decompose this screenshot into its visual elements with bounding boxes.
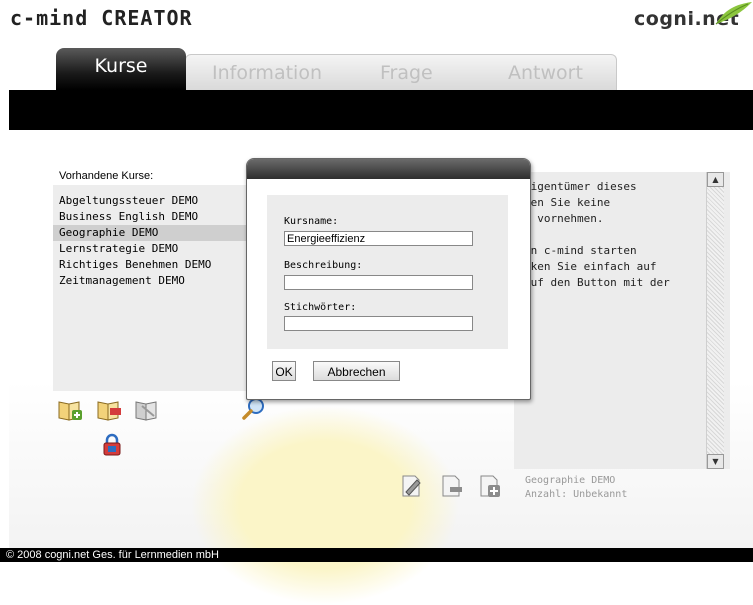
book-edit-icon[interactable]: [96, 398, 122, 422]
page-remove-icon[interactable]: [438, 474, 464, 498]
kursname-input[interactable]: Energieeffizienz: [284, 231, 473, 246]
beschreibung-input[interactable]: [284, 275, 473, 290]
kursname-label: Kursname:: [284, 216, 339, 227]
dialog-form-panel: Kursname: Energieeffizienz Beschreibung:…: [267, 195, 508, 349]
footer-copyright: © 2008 cogni.net Ges. für Lernmedien mbH: [0, 548, 753, 562]
description-line: Eigentümer dieses: [524, 180, 637, 193]
app-title: c-mind CREATOR: [10, 6, 193, 30]
course-item[interactable]: Zeitmanagement DEMO: [59, 273, 185, 289]
lock-icon[interactable]: [99, 433, 125, 457]
course-item[interactable]: Abgeltungssteuer DEMO: [59, 193, 198, 209]
selected-course-status: Geographie DEMO: [525, 475, 616, 486]
scroll-down-button[interactable]: ▼: [707, 454, 724, 469]
cancel-button[interactable]: Abbrechen: [313, 361, 400, 381]
header-bar: [9, 90, 753, 130]
dialog-titlebar[interactable]: [247, 159, 530, 179]
beschreibung-label: Beschreibung:: [284, 260, 363, 271]
course-item[interactable]: Business English DEMO: [59, 209, 198, 225]
course-list[interactable]: Abgeltungssteuer DEMO Business English D…: [53, 185, 249, 391]
new-course-dialog: Kursname: Energieeffizienz Beschreibung:…: [246, 158, 531, 400]
book-delete-icon[interactable]: [134, 398, 160, 422]
tab-kurse[interactable]: Kurse: [56, 48, 186, 90]
tab-frage[interactable]: Frage: [380, 62, 433, 84]
course-item-selected[interactable]: Geographie DEMO: [53, 225, 249, 241]
course-description: Eigentümer dieses hen Sie keine s vorneh…: [514, 172, 730, 469]
pencil-page-icon[interactable]: [398, 474, 424, 498]
book-add-icon[interactable]: [57, 398, 83, 422]
course-item[interactable]: Richtiges Benehmen DEMO: [59, 257, 211, 273]
page-count-status: Anzahl: Unbekannt: [525, 489, 628, 500]
description-line: hen Sie keine: [524, 196, 611, 209]
magnifier-icon[interactable]: [241, 397, 267, 421]
scrollbar[interactable]: ▲ ▼: [706, 172, 724, 469]
leaf-icon: [715, 2, 752, 25]
stichwoerter-input[interactable]: [284, 316, 473, 331]
stichwoerter-label: Stichwörter:: [284, 302, 357, 313]
scroll-up-button[interactable]: ▲: [707, 172, 724, 187]
description-line: in c-mind starten: [524, 244, 637, 257]
course-item[interactable]: Lernstrategie DEMO: [59, 241, 178, 257]
description-line: auf den Button mit der: [524, 276, 670, 289]
tab-information[interactable]: Information: [212, 62, 322, 84]
description-line: cken Sie einfach auf: [524, 260, 657, 273]
courses-label: Vorhandene Kurse:: [59, 170, 154, 182]
background-glow: [190, 405, 460, 605]
ok-button[interactable]: OK: [272, 361, 296, 381]
page-add-icon[interactable]: [476, 474, 502, 498]
description-line: s vornehmen.: [524, 212, 604, 225]
tab-antwort[interactable]: Antwort: [508, 62, 583, 84]
